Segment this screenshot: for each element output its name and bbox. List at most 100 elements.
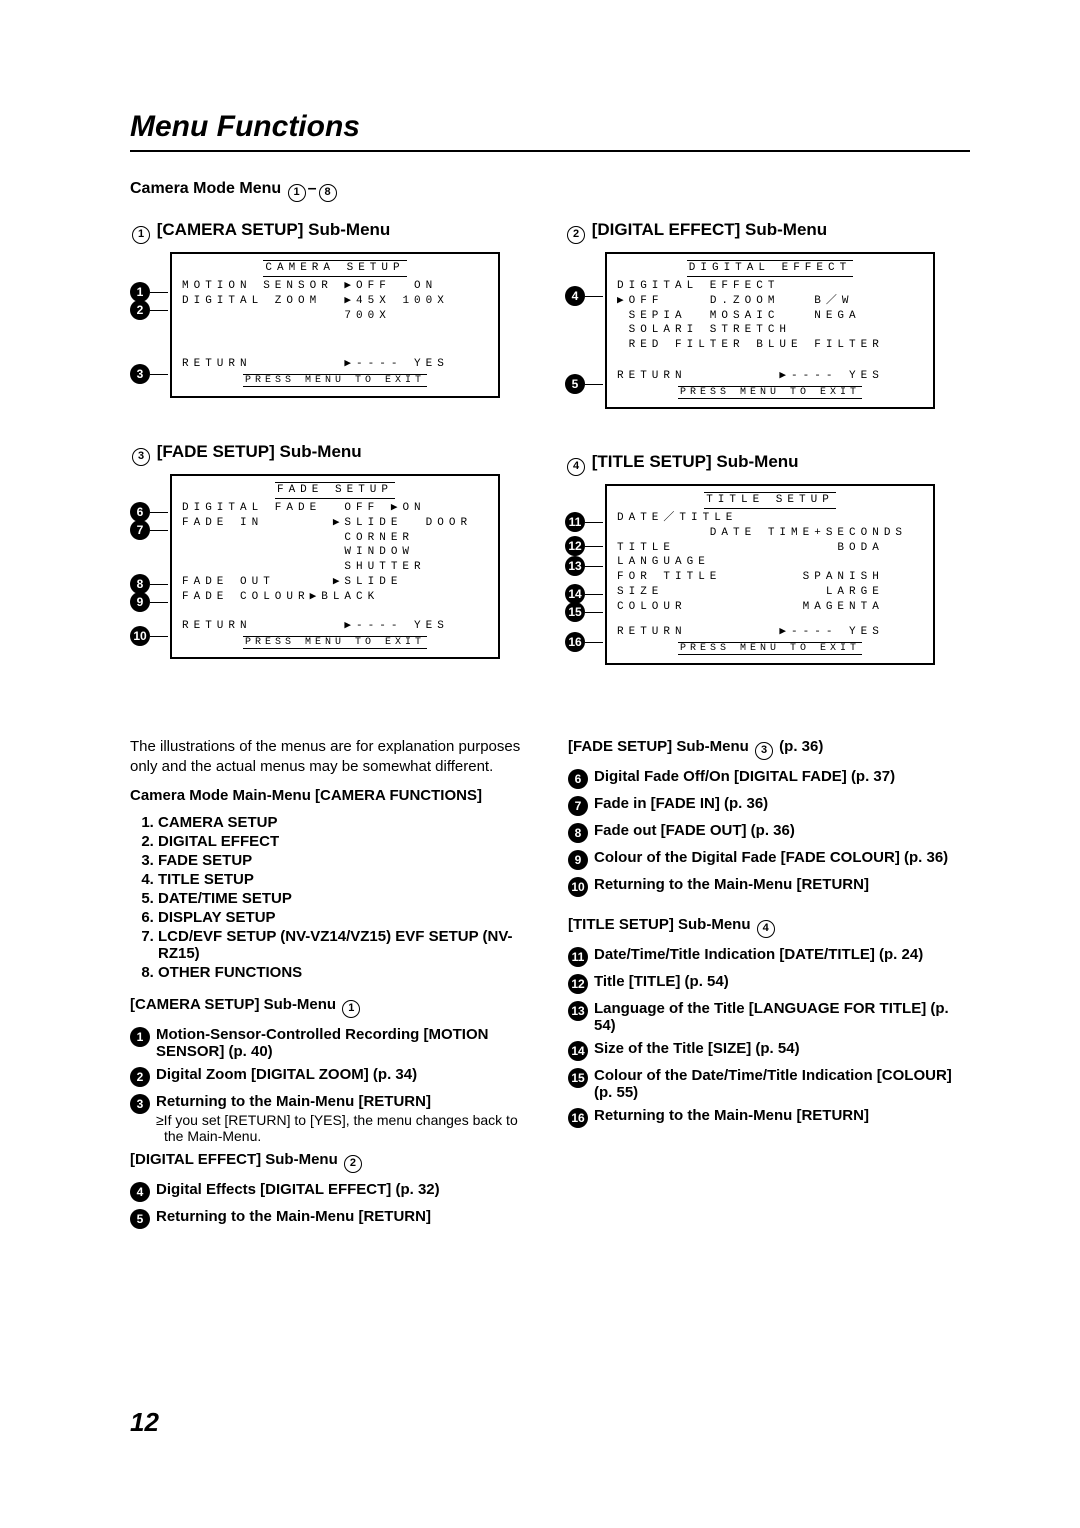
osd-header-text: FADE SETUP (275, 482, 395, 499)
fade-setup-callouts: 6 7 8 9 10 (130, 474, 170, 659)
title-setup-osd: TITLE SETUP DATE／TITLE DATE TIME+SECONDS… (605, 484, 935, 665)
callout-line-icon (585, 546, 603, 547)
osd-exit-text: PRESS MENU TO EXIT (678, 642, 862, 655)
callout-badge: 13 (565, 556, 585, 576)
subheading-text: [FADE SETUP] Sub-Menu (568, 738, 753, 755)
title-setup-title-text: [TITLE SETUP] Sub-Menu (592, 452, 799, 471)
subheading-text: [DIGITAL EFFECT] Sub-Menu (130, 1151, 342, 1168)
entry-badge: 8 (568, 823, 588, 843)
osd-line: WINDOW (182, 545, 488, 560)
entry-text: Title [TITLE] (p. 54) (594, 973, 729, 994)
screens-right-column: 2 [DIGITAL EFFECT] Sub-Menu 4 5 DIGITAL … (565, 220, 970, 709)
entry-badge: 1 (130, 1027, 150, 1047)
entry-badge: 7 (568, 796, 588, 816)
subheading-num-icon: 4 (757, 920, 775, 938)
entry-text: Colour of the Digital Fade [FADE COLOUR]… (594, 849, 948, 870)
callout-badge: 7 (130, 520, 150, 540)
mainmenu-item: TITLE SETUP (158, 871, 532, 888)
callout-line-icon (150, 374, 168, 375)
osd-gap (182, 605, 488, 619)
subheading-text: [CAMERA SETUP] Sub-Menu (130, 996, 340, 1013)
entry-digital-fade: 6Digital Fade Off/On [DIGITAL FADE] (p. … (568, 768, 970, 789)
fade-setup-row: 6 7 8 9 10 FADE SETUP DIGITAL FADE OFF ▶… (130, 474, 535, 659)
osd-return-line: RETURN ▶---- YES (617, 369, 923, 384)
callout-badge: 10 (130, 626, 150, 646)
entry-text: Returning to the Main-Menu [RETURN] (594, 876, 869, 897)
osd-line: SOLARI STRETCH (617, 323, 923, 338)
callout-line-icon (150, 530, 168, 531)
osd-line: DATE TIME+SECONDS (617, 526, 923, 541)
osd-line: ▶OFF D.ZOOM B／W (617, 294, 923, 309)
camera-setup-row: 1 2 3 CAMERA SETUP MOTION SENSOR ▶OFF ON… (130, 252, 535, 402)
entry-badge: 10 (568, 877, 588, 897)
osd-line: DIGITAL ZOOM ▶45X 100X (182, 294, 488, 309)
osd-header: DIGITAL EFFECT (617, 260, 923, 277)
subheading-page: (p. 36) (775, 738, 823, 755)
callout-badge: 1 (130, 282, 150, 302)
mainmenu-item: OTHER FUNCTIONS (158, 964, 532, 981)
osd-line: SIZE LARGE (617, 585, 923, 600)
callout-line-icon (585, 296, 603, 297)
osd-line: FADE COLOUR▶BLACK (182, 590, 488, 605)
camera-setup-title: 1 [CAMERA SETUP] Sub-Menu (130, 220, 535, 244)
osd-gap (617, 353, 923, 369)
mainmenu-heading: Camera Mode Main-Menu [CAMERA FUNCTIONS] (130, 786, 532, 806)
osd-header-text: TITLE SETUP (704, 492, 836, 509)
callout-line-icon (585, 522, 603, 523)
entry-title: 12Title [TITLE] (p. 54) (568, 973, 970, 994)
mode-range-end-icon: 8 (319, 184, 337, 202)
entry-return-main: 16Returning to the Main-Menu [RETURN] (568, 1107, 970, 1128)
fade-setup-title-text: [FADE SETUP] Sub-Menu (157, 442, 362, 461)
subheading-num-icon: 3 (755, 742, 773, 760)
entry-colour-indication: 15Colour of the Date/Time/Title Indicati… (568, 1067, 970, 1101)
fade-setup-subheading: [FADE SETUP] Sub-Menu 3 (p. 36) (568, 737, 970, 760)
entry-return-main: 10 Returning to the Main-Menu [RETURN] (568, 876, 970, 897)
callout-line-icon (150, 584, 168, 585)
osd-line: DIGITAL EFFECT (617, 279, 923, 294)
digital-effect-subheading: [DIGITAL EFFECT] Sub-Menu 2 (130, 1150, 532, 1173)
osd-line: FADE IN ▶SLIDE DOOR (182, 516, 488, 531)
fade-setup-osd: FADE SETUP DIGITAL FADE OFF ▶ON FADE IN … (170, 474, 500, 659)
osd-line: DATE／TITLE (617, 511, 923, 526)
osd-header: FADE SETUP (182, 482, 488, 499)
mainmenu-item: DIGITAL EFFECT (158, 833, 532, 850)
entry-text: Digital Zoom [DIGITAL ZOOM] (p. 34) (156, 1066, 417, 1087)
digital-effect-num-icon: 2 (567, 226, 585, 244)
digital-effect-osd: DIGITAL EFFECT DIGITAL EFFECT ▶OFF D.ZOO… (605, 252, 935, 409)
mainmenu-item: FADE SETUP (158, 852, 532, 869)
entry-badge: 9 (568, 850, 588, 870)
callout-badge: 14 (565, 584, 585, 604)
osd-header: TITLE SETUP (617, 492, 923, 509)
callout-line-icon (585, 384, 603, 385)
camera-setup-osd: CAMERA SETUP MOTION SENSOR ▶OFF ON DIGIT… (170, 252, 500, 398)
entry-text: Returning to the Main-Menu [RETURN] (156, 1208, 431, 1229)
fade-setup-title: 3 [FADE SETUP] Sub-Menu (130, 442, 535, 466)
entry-text: Fade out [FADE OUT] (p. 36) (594, 822, 795, 843)
entry-badge: 11 (568, 947, 588, 967)
entry-fade-in: 7Fade in [FADE IN] (p. 36) (568, 795, 970, 816)
osd-line: SEPIA MOSAIC NEGA (617, 309, 923, 324)
subheading-num-icon: 2 (344, 1155, 362, 1173)
body-columns: The illustrations of the menus are for e… (130, 737, 970, 1235)
callout-badge: 4 (565, 286, 585, 306)
mode-heading-text: Camera Mode Menu (130, 180, 286, 197)
callout-badge: 3 (130, 364, 150, 384)
fade-setup-num-icon: 3 (132, 448, 150, 466)
entry-language-title: 13Language of the Title [LANGUAGE FOR TI… (568, 1000, 970, 1034)
screens-grid: 1 [CAMERA SETUP] Sub-Menu 1 2 3 CAMERA S… (130, 220, 970, 709)
osd-return-line: RETURN ▶---- YES (182, 357, 488, 372)
entry-digital-zoom: 2Digital Zoom [DIGITAL ZOOM] (p. 34) (130, 1066, 532, 1087)
callout-line-icon (150, 636, 168, 637)
entry-badge: 16 (568, 1108, 588, 1128)
osd-line: MOTION SENSOR ▶OFF ON (182, 279, 488, 294)
manual-page: Menu Functions Camera Mode Menu 1–8 1 [C… (0, 0, 1080, 1528)
title-setup-row: 11 12 13 14 15 16 TITLE SETUP DATE／TITLE… (565, 484, 970, 669)
osd-return-line: RETURN ▶---- YES (617, 625, 923, 640)
osd-line: COLOUR MAGENTA (617, 600, 923, 615)
callout-badge: 2 (130, 300, 150, 320)
osd-line: CORNER (182, 531, 488, 546)
camera-setup-callouts: 1 2 3 (130, 252, 170, 402)
camera-setup-subheading: [CAMERA SETUP] Sub-Menu 1 (130, 995, 532, 1018)
callout-line-icon (585, 642, 603, 643)
callout-badge: 15 (565, 602, 585, 622)
